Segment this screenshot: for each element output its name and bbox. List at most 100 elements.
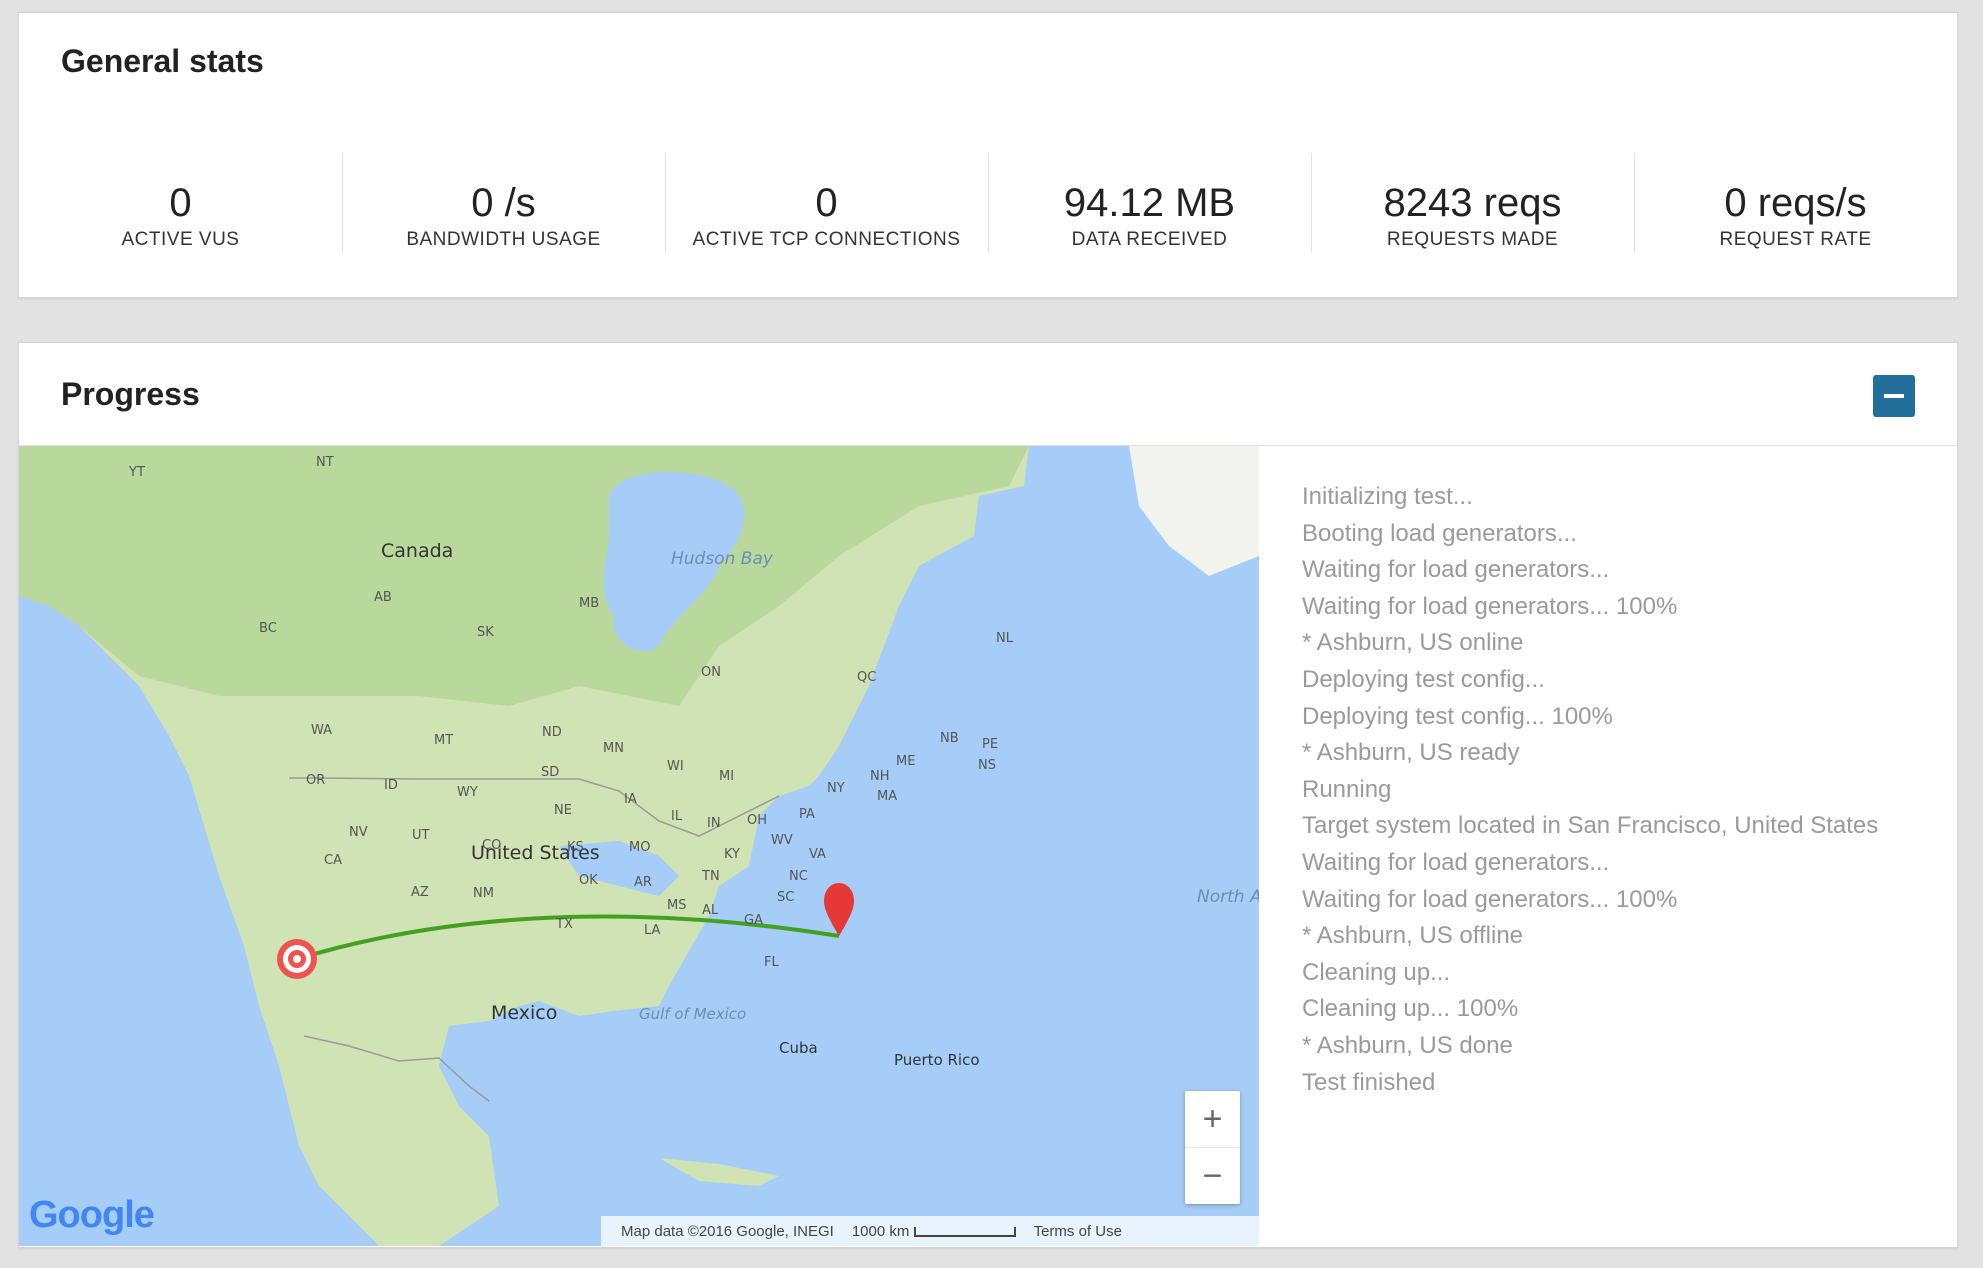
log-line: * Ashburn, US done: [1302, 1031, 1513, 1059]
log-line: Waiting for load generators... 100%: [1302, 592, 1678, 620]
map-label-fl: FL: [764, 955, 779, 970]
map-label-ut: UT: [412, 828, 430, 843]
map-label-mexico: Mexico: [491, 1002, 557, 1024]
map-label-ks: KS: [567, 840, 584, 855]
stat-label: REQUEST RATE: [1719, 229, 1872, 250]
map-label-mb: MB: [579, 596, 599, 611]
map-label-ar: AR: [634, 875, 652, 890]
map-label-ns: NS: [978, 758, 996, 773]
map-label-id: ID: [384, 778, 398, 793]
stat-value: 0 /s: [471, 181, 536, 225]
greenland-land: [1129, 446, 1259, 576]
zoom-control: + −: [1185, 1091, 1240, 1204]
map-label-gulf: Gulf of Mexico: [639, 1005, 746, 1023]
map[interactable]: Canada Hudson Bay United States Mexico G…: [19, 446, 1259, 1246]
map-label-nv: NV: [349, 825, 368, 840]
stat-value: 0: [169, 181, 192, 225]
map-label-ga: GA: [744, 913, 763, 928]
stat-value: 94.12 MB: [1063, 181, 1236, 225]
map-label-ca: CA: [324, 853, 342, 868]
stat-requests-made: 8243 reqs REQUESTS MADE: [1311, 153, 1634, 268]
log-line: Test finished: [1302, 1068, 1436, 1096]
map-label-bc: BC: [259, 621, 277, 636]
map-label-pe: PE: [982, 737, 998, 752]
scale-bar: [913, 1226, 1016, 1237]
gulf-water: [479, 1016, 659, 1146]
map-label-sd: SD: [541, 765, 559, 780]
log-line: Waiting for load generators...: [1302, 848, 1610, 876]
map-label-oh: OH: [747, 813, 767, 828]
log-line: Waiting for load generators... 100%: [1302, 885, 1678, 913]
stat-data-received: 94.12 MB DATA RECEIVED: [988, 153, 1311, 268]
log-line: Initializing test...: [1302, 483, 1473, 510]
map-label-puerto-rico: Puerto Rico: [894, 1051, 980, 1069]
stat-bandwidth-usage: 0 /s BANDWIDTH USAGE: [342, 153, 665, 268]
map-canvas[interactable]: Canada Hudson Bay United States Mexico G…: [19, 446, 1259, 1246]
terms-link[interactable]: Terms of Use: [1034, 1223, 1122, 1240]
map-label-nc: NC: [789, 869, 808, 884]
stat-label: BANDWIDTH USAGE: [406, 229, 601, 250]
map-label-ok: OK: [579, 873, 598, 888]
collapse-button[interactable]: [1873, 375, 1915, 417]
zoom-out-button[interactable]: −: [1185, 1148, 1240, 1204]
log-line: * Ashburn, US offline: [1302, 922, 1524, 950]
map-label-in: IN: [707, 816, 721, 831]
attribution-text: Map data ©2016 Google, INEGI: [621, 1222, 834, 1240]
map-label-ms: MS: [667, 898, 686, 913]
map-label-va: VA: [809, 847, 826, 862]
map-label-canada: Canada: [381, 540, 453, 562]
map-label-qc: QC: [857, 670, 876, 685]
map-label-nd: ND: [542, 725, 562, 740]
scale-label: 1000 km: [852, 1223, 1016, 1240]
map-label-ab: AB: [374, 590, 392, 605]
map-label-tn: TN: [701, 869, 720, 884]
map-label-mt: MT: [434, 733, 453, 748]
target-marker[interactable]: [277, 939, 317, 979]
log-line: Booting load generators...: [1302, 519, 1577, 547]
map-label-wv: WV: [771, 833, 793, 848]
map-label-mo: MO: [629, 840, 650, 855]
log-line: Target system located in San Francisco, …: [1302, 812, 1879, 840]
map-label-nh: NH: [870, 769, 890, 784]
map-label-wi: WI: [667, 759, 684, 774]
progress-panel: Progress Canada Hudson Bay United States…: [18, 342, 1958, 1248]
map-label-mn: MN: [603, 741, 624, 756]
map-label-nl: NL: [996, 631, 1014, 646]
stat-active-tcp-connections: 0 ACTIVE TCP CONNECTIONS: [665, 153, 988, 268]
stat-request-rate: 0 reqs/s REQUEST RATE: [1634, 153, 1957, 268]
map-label-sc: SC: [777, 890, 794, 905]
map-label-wy: WY: [457, 785, 478, 800]
map-label-me: ME: [896, 754, 915, 769]
stat-active-vus: 0 ACTIVE VUS: [19, 153, 342, 268]
general-stats-panel: General stats 0 ACTIVE VUS 0 /s BANDWIDT…: [18, 12, 1958, 298]
log-line: Waiting for load generators...: [1302, 556, 1610, 584]
log-line: * Ashburn, US online: [1302, 629, 1524, 657]
map-label-ny: NY: [827, 781, 845, 796]
map-label-ne: NE: [554, 803, 572, 818]
log-line: Cleaning up... 100%: [1302, 995, 1519, 1023]
map-label-al: AL: [702, 903, 719, 918]
stat-label: ACTIVE TCP CONNECTIONS: [692, 229, 961, 250]
stat-value: 8243 reqs: [1383, 181, 1562, 225]
map-label-il: IL: [671, 809, 683, 824]
map-label-ky: KY: [724, 847, 740, 862]
zoom-in-button[interactable]: +: [1185, 1091, 1240, 1147]
general-stats-title: General stats: [61, 43, 264, 79]
map-label-atlantic: North Atlantic Ocean: [1197, 887, 1259, 907]
map-label-nm: NM: [473, 886, 494, 901]
map-label-tx: TX: [555, 917, 573, 932]
log-line: Running: [1302, 775, 1392, 803]
map-label-az: AZ: [411, 885, 429, 900]
map-label-nt: NT: [316, 455, 334, 470]
map-attribution: Map data ©2016 Google, INEGI 1000 km Ter…: [601, 1216, 1259, 1246]
map-label-cuba: Cuba: [779, 1039, 818, 1057]
stat-label: REQUESTS MADE: [1386, 229, 1559, 250]
progress-title: Progress: [61, 376, 200, 412]
map-label-or: OR: [306, 773, 325, 788]
google-logo-text: Google: [29, 1194, 155, 1236]
stat-label: ACTIVE VUS: [121, 229, 240, 250]
map-label-wa: WA: [311, 723, 332, 738]
map-label-nb: NB: [940, 731, 959, 746]
map-label-yt: YT: [128, 465, 145, 480]
map-label-pa: PA: [799, 807, 815, 822]
